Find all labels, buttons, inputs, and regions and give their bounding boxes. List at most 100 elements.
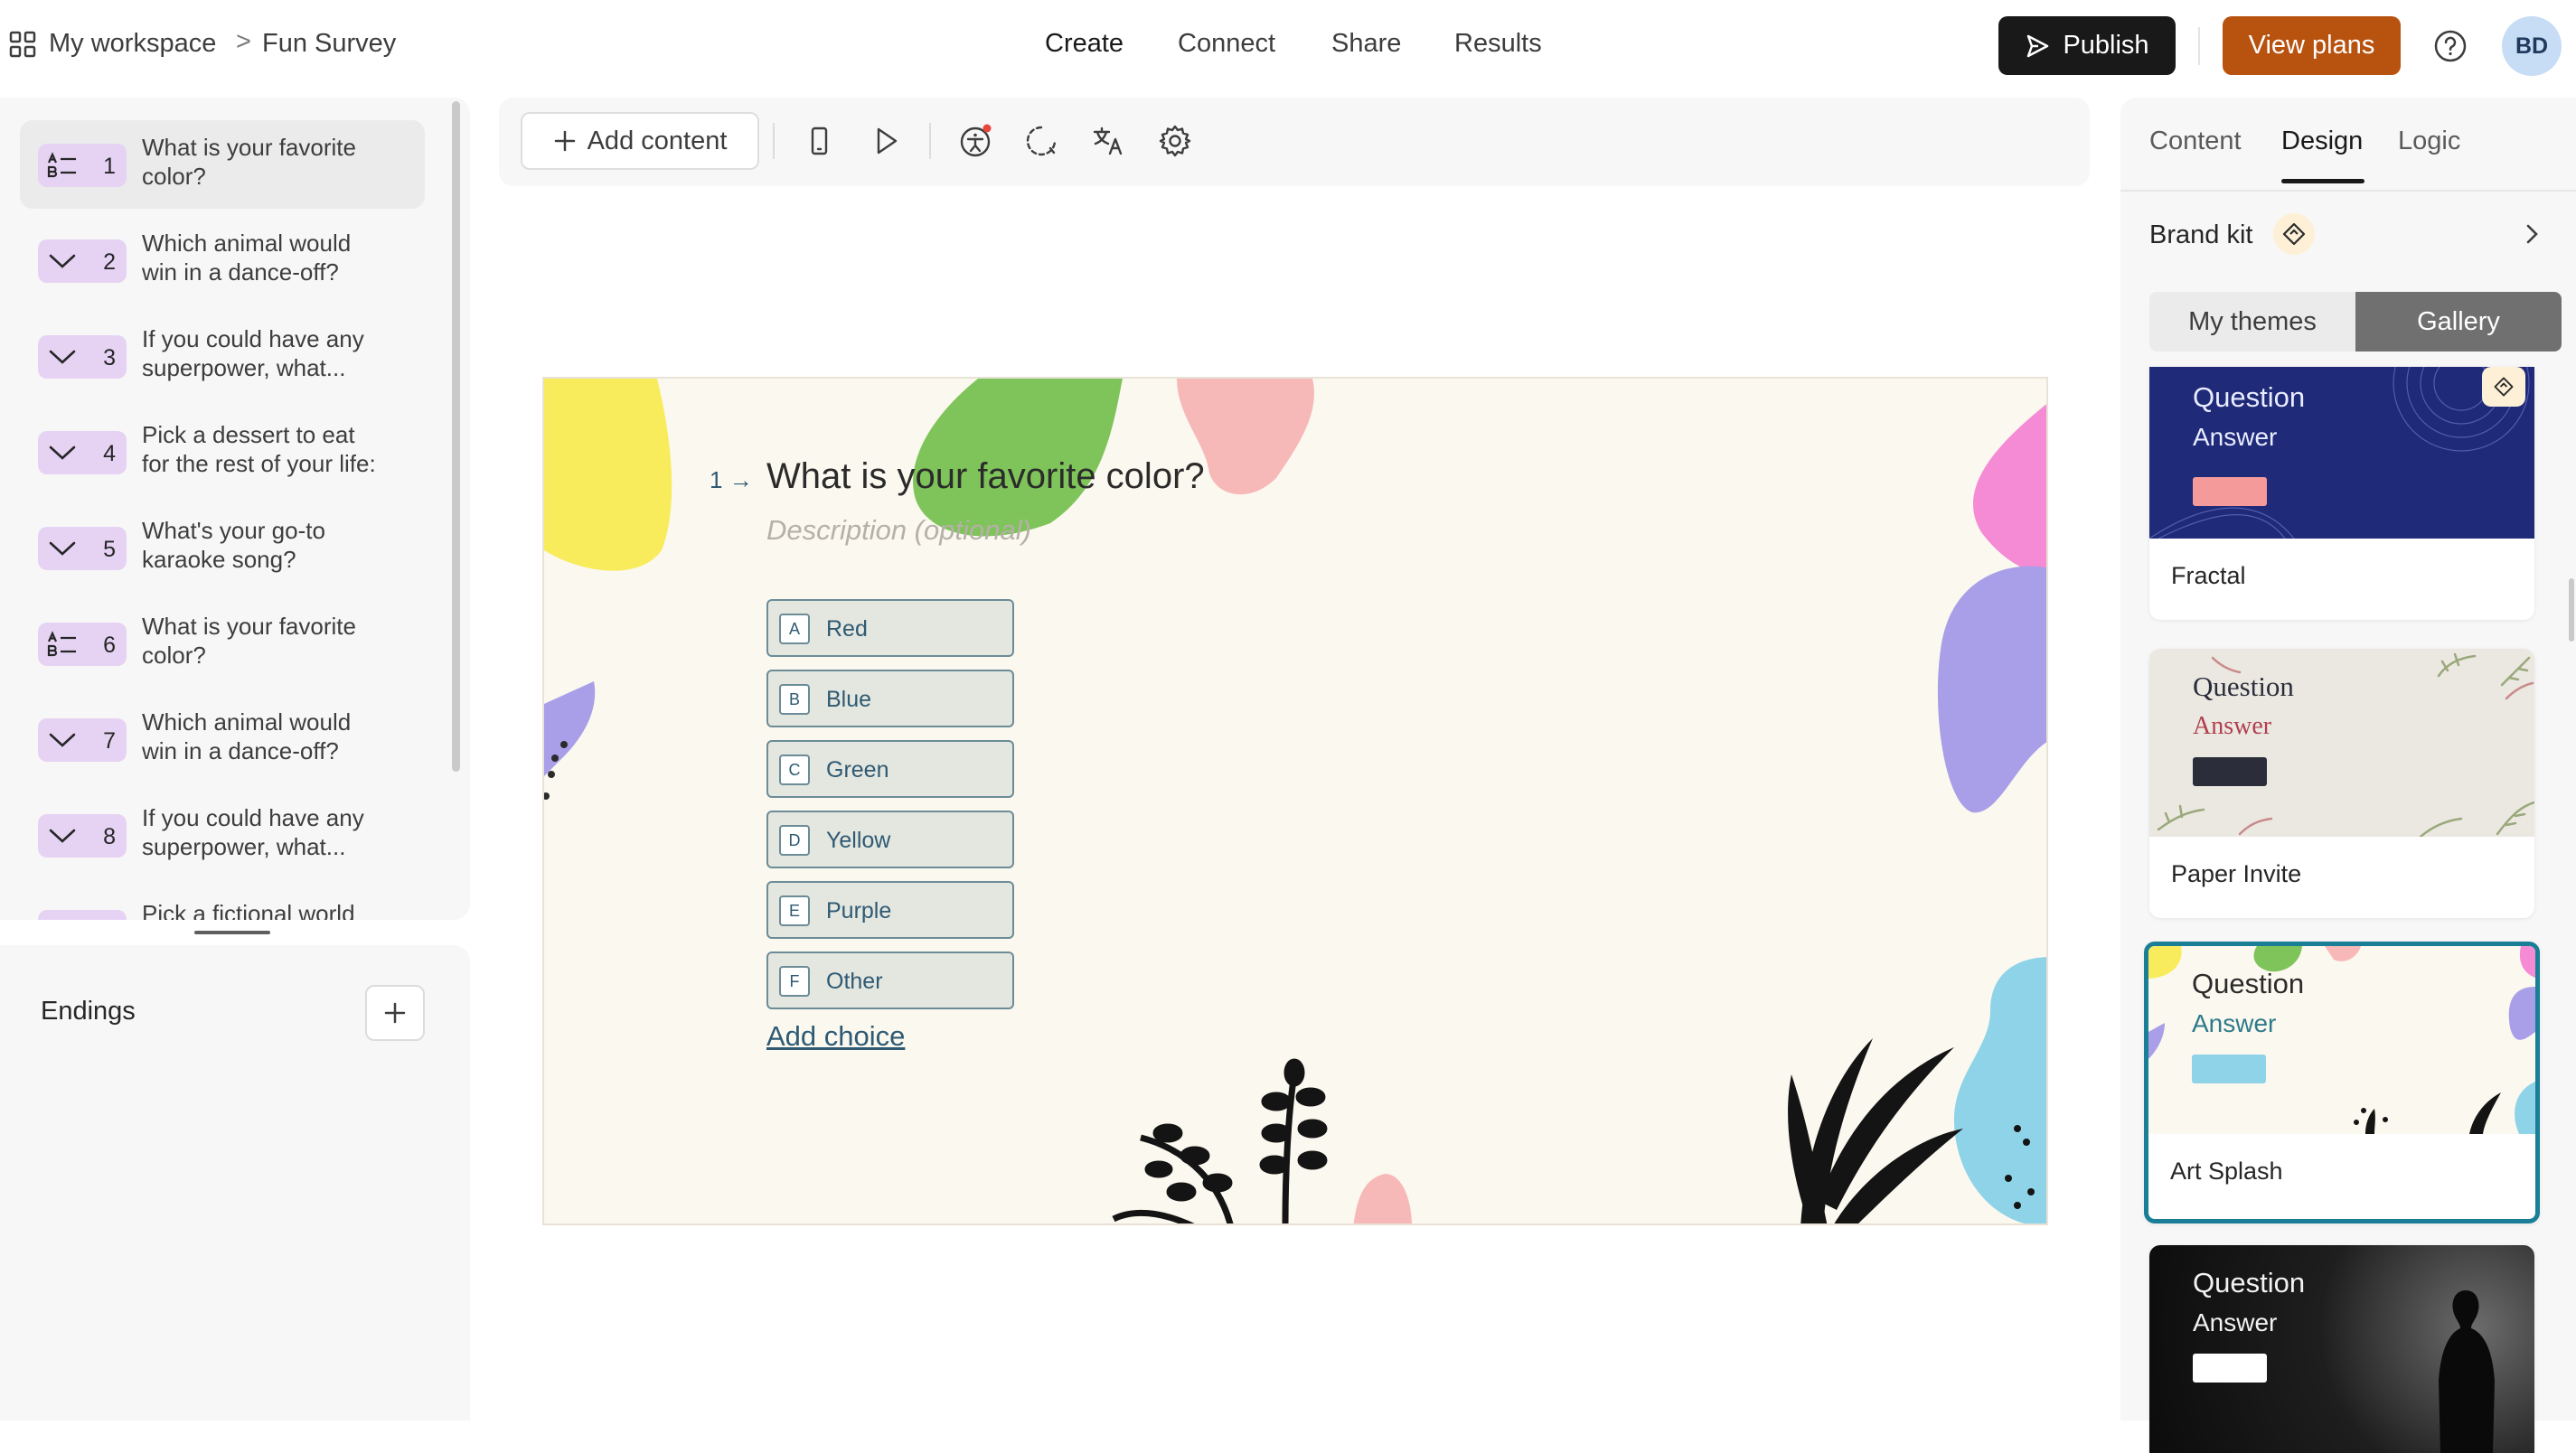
theme-question-text: Question [2192, 968, 2305, 999]
question-text-line: Which animal would [142, 230, 352, 257]
plus-icon [383, 1001, 407, 1025]
nav-tab-create[interactable]: Create [1045, 29, 1123, 59]
accessibility-icon[interactable] [957, 123, 993, 159]
segment-gallery[interactable]: Gallery [2355, 292, 2562, 352]
loading-logic-icon[interactable] [1023, 123, 1059, 159]
chevron-down-icon [47, 346, 78, 368]
brand-kit-label[interactable]: Brand kit [2149, 220, 2252, 250]
breadcrumb-separator: > [236, 27, 251, 56]
avatar[interactable]: BD [2502, 16, 2562, 76]
view-plans-button[interactable]: View plans [2223, 16, 2401, 75]
choice-option[interactable]: C Green [766, 740, 1014, 798]
panel-tab-content[interactable]: Content [2149, 127, 2242, 156]
question-type-badge [38, 910, 127, 920]
question-title[interactable]: What is your favorite color? [766, 456, 1205, 497]
question-text-line: What's your go-to [142, 517, 325, 544]
theme-card-paper-invite[interactable]: Question Answer Paper Invite [2149, 649, 2534, 918]
arrow-right-icon: → [729, 466, 753, 493]
question-item-7[interactable]: 7 Which animal would win in a dance-off? [20, 695, 425, 783]
theme-card-fractal[interactable]: Question Answer Fractal [2149, 367, 2534, 620]
question-list-scrollbar[interactable] [452, 101, 460, 772]
list-choice-icon [47, 631, 78, 658]
breadcrumb-form[interactable]: Fun Survey [262, 29, 396, 59]
question-text-line: Which animal would [142, 708, 352, 736]
translate-icon[interactable] [1090, 123, 1126, 159]
question-text-line: superpower, what... [142, 833, 346, 860]
question-text-line: win in a dance-off? [142, 258, 339, 286]
question-type-badge: 7 [38, 718, 127, 762]
theme-preview: Question Answer [2148, 946, 2535, 1134]
theme-answer-text: Answer [2192, 1009, 2277, 1037]
question-item-5[interactable]: 5 What's your go-to karaoke song? [20, 503, 425, 592]
divider [2120, 190, 2576, 192]
theme-question-text: Question [2193, 670, 2294, 702]
question-text-line: win in a dance-off? [142, 737, 339, 764]
theme-answer-text: Answer [2193, 712, 2272, 740]
nav-tab-results[interactable]: Results [1454, 29, 1542, 59]
question-text-line: What is your favorite [142, 134, 356, 161]
question-text-line: karaoke song? [142, 546, 296, 573]
publish-label: Publish [2063, 31, 2149, 60]
question-item-2[interactable]: 2 Which animal would win in a dance-off? [20, 216, 425, 305]
theme-button-swatch [2193, 757, 2267, 786]
question-item-4[interactable]: 4 Pick a dessert to eat for the rest of y… [20, 408, 425, 496]
mobile-preview-icon[interactable] [801, 123, 837, 159]
choice-key: B [779, 684, 810, 715]
choice-option[interactable]: F Other [766, 951, 1014, 1009]
divider [929, 123, 931, 159]
breadcrumb-workspace[interactable]: My workspace [49, 29, 216, 59]
theme-button-swatch [2193, 1354, 2267, 1383]
plus-icon [553, 129, 577, 153]
play-preview-icon[interactable] [868, 123, 904, 159]
panel-tab-design[interactable]: Design [2281, 127, 2363, 156]
panel-tab-logic[interactable]: Logic [2398, 127, 2460, 156]
help-icon[interactable] [2433, 29, 2468, 63]
apps-grid-icon[interactable] [9, 31, 36, 58]
question-type-badge: 2 [38, 239, 127, 283]
theme-answer-text: Answer [2193, 423, 2278, 451]
question-text-line: Pick a fictional world [142, 900, 355, 920]
choice-key: F [779, 966, 810, 997]
question-item-3[interactable]: 3 If you could have any superpower, what.… [20, 312, 425, 400]
nav-tab-connect[interactable]: Connect [1178, 29, 1275, 59]
add-content-button[interactable]: Add content [521, 112, 759, 170]
theme-name: Paper Invite [2171, 860, 2302, 887]
send-icon [2025, 33, 2050, 59]
question-text-line: for the rest of your life: [142, 450, 376, 477]
question-item-6[interactable]: 6 What is your favorite color? [20, 599, 425, 688]
choice-key: A [779, 614, 810, 644]
theme-card-art-splash[interactable]: Question Answer Art Splash [2144, 942, 2540, 1223]
theme-card-dark[interactable]: Question Answer [2149, 1245, 2534, 1453]
divider [773, 123, 775, 159]
theme-question-text: Question [2193, 381, 2306, 413]
chevron-right-icon[interactable] [2522, 222, 2542, 246]
choice-key: E [779, 895, 810, 926]
choice-label: Purple [826, 898, 892, 923]
question-item-9[interactable]: Pick a fictional world [20, 886, 425, 920]
choice-label: Green [826, 757, 889, 783]
question-item-8[interactable]: 8 If you could have any superpower, what.… [20, 791, 425, 879]
form-preview-canvas[interactable]: 1 → What is your favorite color? Descrip… [542, 377, 2048, 1225]
choice-label: Blue [826, 687, 872, 712]
chevron-down-icon [47, 538, 78, 559]
add-ending-button[interactable] [365, 985, 425, 1041]
question-number-text: 1 [710, 466, 723, 493]
segment-my-themes[interactable]: My themes [2149, 292, 2355, 352]
choice-option[interactable]: A Red [766, 599, 1014, 657]
design-panel-scrollbar[interactable] [2569, 578, 2574, 642]
choice-option[interactable]: E Purple [766, 881, 1014, 939]
question-item-1[interactable]: 1 What is your favorite color? [20, 120, 425, 209]
question-type-badge: 4 [38, 431, 127, 474]
nav-tab-share[interactable]: Share [1331, 29, 1401, 59]
choice-option[interactable]: D Yellow [766, 811, 1014, 868]
theme-preview: Question Answer [2149, 367, 2534, 539]
publish-button[interactable]: Publish [1998, 16, 2176, 75]
add-choice-link[interactable]: Add choice [766, 1020, 905, 1053]
question-number: 1 → [710, 466, 753, 494]
choice-option[interactable]: B Blue [766, 670, 1014, 727]
chevron-down-icon [47, 250, 78, 272]
art-splash-background [544, 379, 2046, 1223]
settings-gear-icon[interactable] [1157, 123, 1193, 159]
chevron-down-icon [47, 442, 78, 464]
question-description-placeholder[interactable]: Description (optional) [766, 514, 1031, 547]
